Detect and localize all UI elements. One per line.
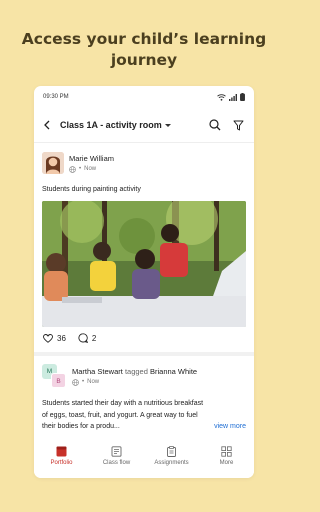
status-time: 09:30 PM <box>43 94 69 100</box>
comments-count: 2 <box>91 333 97 343</box>
wifi-icon <box>217 93 226 101</box>
portfolio-icon <box>56 446 67 457</box>
post-body: Students started their day with a nutrit… <box>42 398 246 433</box>
tab-label: Portfolio <box>50 460 73 466</box>
globe-icon <box>69 165 76 173</box>
tab-portfolio[interactable]: Portfolio <box>34 434 89 478</box>
grid-icon <box>221 446 232 457</box>
class-flow-icon <box>111 446 122 457</box>
app-bar: Class 1A - activity room <box>34 108 254 142</box>
author-name[interactable]: Marie William <box>69 154 114 163</box>
chevron-down-icon[interactable] <box>164 123 171 127</box>
tab-label: Class flow <box>102 460 131 466</box>
likes-count: 36 <box>57 333 66 343</box>
post-time: Now <box>87 379 100 385</box>
battery-icon <box>240 93 245 101</box>
bottom-tab-bar: Portfolio Class flow Assignments More <box>34 434 254 478</box>
promo-headline: Access your child’s learning journey <box>0 29 288 71</box>
headline-line-1: Access your child’s learning <box>21 30 267 48</box>
globe-icon <box>72 378 79 386</box>
tab-assignments[interactable]: Assignments <box>144 434 199 478</box>
avatar[interactable] <box>42 152 64 174</box>
post-caption: Students during painting activity <box>42 186 141 193</box>
filter-icon[interactable] <box>233 120 244 131</box>
tab-label: Assignments <box>154 460 189 466</box>
signal-icon <box>229 93 237 101</box>
class-title[interactable]: Class 1A - activity room <box>60 120 162 130</box>
reaction-row: 36 2 <box>42 327 246 349</box>
headline-line-2: journey <box>110 51 178 69</box>
tab-label: More <box>219 460 234 466</box>
tab-more[interactable]: More <box>199 434 254 478</box>
heart-icon[interactable] <box>43 333 53 343</box>
tagged-label: tagged <box>124 366 148 376</box>
chevron-left-icon <box>44 120 50 130</box>
view-more-link[interactable]: view more <box>214 421 246 433</box>
assignments-icon <box>167 446 176 457</box>
author-name[interactable]: Martha Stewart <box>72 367 123 376</box>
post-photo[interactable] <box>42 201 246 327</box>
post-card: Marie William • Now Students during pain… <box>34 143 254 349</box>
tab-class-flow[interactable]: Class flow <box>89 434 144 478</box>
tagged-person[interactable]: Brianna White <box>150 367 197 376</box>
phone-screen: 09:30 PM Class 1A - activity room Marie … <box>34 86 254 478</box>
avatar[interactable]: M B <box>42 364 66 388</box>
status-bar: 09:30 PM <box>34 86 254 108</box>
back-button[interactable] <box>40 118 54 132</box>
comment-icon[interactable] <box>78 333 88 343</box>
avatar-initial: B <box>51 373 66 388</box>
search-icon[interactable] <box>209 119 221 131</box>
post-time: Now <box>84 166 97 172</box>
post-card: M B Martha Stewart tagged Brianna White … <box>34 356 254 433</box>
